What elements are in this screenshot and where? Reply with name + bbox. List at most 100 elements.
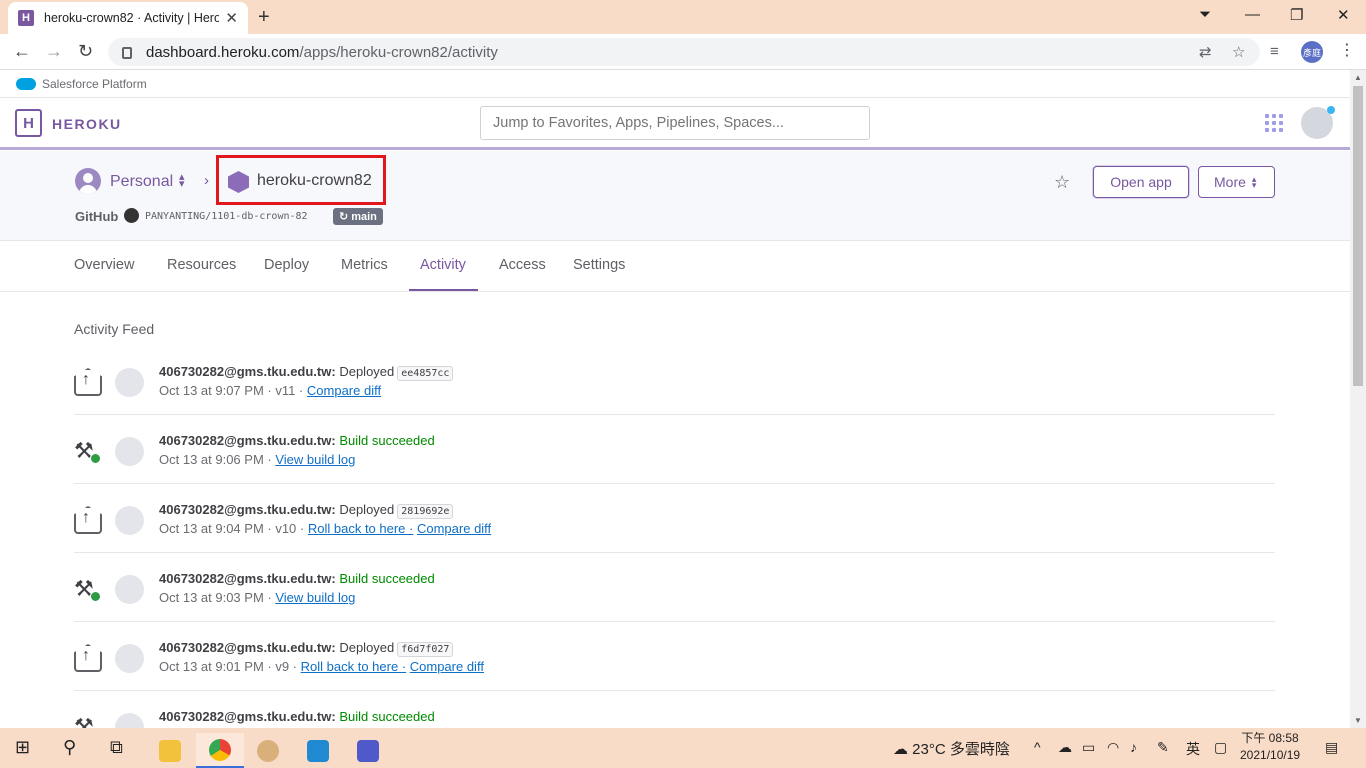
- tab-activity[interactable]: Activity: [420, 257, 466, 273]
- roll-back-link[interactable]: Roll back to here ·: [308, 521, 414, 536]
- chrome-icon[interactable]: [196, 733, 244, 768]
- back-button[interactable]: ←: [13, 41, 31, 62]
- activity-time: Oct 13 at 9:03 PM ·: [159, 590, 272, 605]
- clock-date: 2021/10/19: [1240, 748, 1301, 762]
- browser-tab[interactable]: H heroku-crown82 · Activity | Heroku ✕: [8, 2, 248, 34]
- windows-taskbar: ⊞ ⚲ ⧉ ☁ 23°C 多雲時陰 ^ ☁ ▭ ◠ ♪ ✎ 英 ▢ 下午 08:…: [0, 728, 1366, 768]
- activity-time: Oct 13 at 9:04 PM · v10 ·: [159, 521, 305, 536]
- forward-button[interactable]: →: [45, 41, 63, 62]
- compare-diff-link[interactable]: Compare diff: [307, 383, 381, 398]
- avatar: [115, 575, 144, 604]
- activity-email: 406730282@gms.tku.edu.tw:: [159, 502, 336, 517]
- activity-email: 406730282@gms.tku.edu.tw:: [159, 640, 336, 655]
- notification-center-icon[interactable]: ▤: [1325, 739, 1338, 756]
- minimize-window-button[interactable]: —: [1245, 6, 1260, 23]
- favorite-star-icon[interactable]: ☆: [1054, 172, 1070, 193]
- tab-settings[interactable]: Settings: [573, 257, 625, 273]
- tab-overview[interactable]: Overview: [74, 257, 134, 273]
- apps-grid-icon[interactable]: [1265, 114, 1283, 132]
- clock-time: 下午 08:58: [1241, 731, 1299, 745]
- view-build-log-link[interactable]: View build log: [275, 452, 355, 467]
- tab-resources[interactable]: Resources: [167, 257, 236, 273]
- battery-icon[interactable]: ▭: [1082, 739, 1095, 756]
- app-header: Personal ▴ ▾ › heroku-crown82 GitHub PANY…: [0, 151, 1350, 241]
- activity-email: 406730282@gms.tku.edu.tw:: [159, 709, 336, 724]
- tab-access[interactable]: Access: [499, 257, 546, 273]
- avatar: [115, 368, 144, 397]
- task-view-icon[interactable]: ⧉: [110, 737, 123, 758]
- open-app-button[interactable]: Open app: [1093, 166, 1189, 198]
- heroku-logo-icon[interactable]: H: [15, 109, 42, 137]
- app-name[interactable]: heroku-crown82: [257, 172, 372, 190]
- github-repo-link[interactable]: PANYANTING/1101-db-crown-82: [145, 211, 308, 222]
- input-method-indicator[interactable]: 英: [1186, 739, 1200, 759]
- heroku-logo-text[interactable]: HEROKU: [52, 116, 122, 132]
- chevron-right-icon: ›: [204, 172, 209, 189]
- show-hidden-icons-icon[interactable]: ^: [1034, 739, 1041, 755]
- github-icon: [124, 208, 139, 223]
- user-avatar[interactable]: [1301, 106, 1335, 139]
- deploy-icon: [74, 368, 102, 396]
- system-clock[interactable]: 下午 08:58 2021/10/19: [1240, 730, 1300, 764]
- activity-action: Deployed: [339, 640, 395, 655]
- scrollbar-thumb[interactable]: [1353, 86, 1363, 386]
- compare-diff-link[interactable]: Compare diff: [410, 659, 484, 674]
- avatar: [115, 644, 144, 673]
- translate-icon[interactable]: ⇄: [1199, 43, 1212, 61]
- view-build-log-link[interactable]: View build log: [275, 590, 355, 605]
- activity-action: Deployed: [339, 502, 395, 517]
- onedrive-icon[interactable]: ☁: [1058, 739, 1072, 756]
- activity-item: 406730282@gms.tku.edu.tw: Deployed281969…: [74, 484, 1275, 553]
- new-tab-button[interactable]: +: [258, 6, 270, 29]
- tab-search-icon[interactable]: ⏷: [1199, 6, 1211, 23]
- page-scrollbar[interactable]: ▲ ▼: [1350, 70, 1366, 728]
- scroll-up-icon[interactable]: ▲: [1354, 73, 1362, 82]
- scroll-down-icon[interactable]: ▼: [1354, 716, 1362, 725]
- roll-back-link[interactable]: Roll back to here ·: [301, 659, 407, 674]
- heroku-header: H HEROKU: [0, 98, 1350, 150]
- browser-menu-icon[interactable]: ⋮: [1339, 40, 1355, 60]
- lock-icon: [122, 47, 132, 59]
- build-hammer-icon: ⚒: [74, 437, 102, 465]
- close-window-button[interactable]: ✕: [1337, 6, 1350, 24]
- activity-email: 406730282@gms.tku.edu.tw:: [159, 433, 336, 448]
- vscode-icon[interactable]: [294, 733, 342, 768]
- browser-profile-avatar[interactable]: 彥庭: [1301, 41, 1323, 63]
- tab-metrics[interactable]: Metrics: [341, 257, 388, 273]
- teams-icon[interactable]: [344, 733, 392, 768]
- search-icon[interactable]: ⚲: [63, 737, 76, 758]
- ime-mode-icon[interactable]: ▢: [1214, 739, 1227, 756]
- maximize-window-button[interactable]: ❐: [1290, 6, 1303, 24]
- paint-icon[interactable]: [244, 733, 292, 768]
- windows-start-icon[interactable]: ⊞: [15, 737, 30, 758]
- search-input[interactable]: [480, 106, 870, 140]
- personal-account-switcher[interactable]: Personal: [110, 173, 173, 191]
- activity-item: 406730282@gms.tku.edu.tw: Deployedf6d7f0…: [74, 622, 1275, 691]
- close-tab-icon[interactable]: ✕: [225, 9, 238, 27]
- address-bar[interactable]: dashboard.heroku.com/apps/heroku-crown82…: [108, 38, 1260, 66]
- salesforce-cloud-icon: [16, 77, 36, 90]
- reading-list-icon[interactable]: ≡: [1270, 43, 1279, 60]
- updown-chevron-icon: ▴ ▾: [1251, 174, 1257, 190]
- avatar: [115, 506, 144, 535]
- activity-time: Oct 13 at 9:06 PM ·: [159, 452, 272, 467]
- deploy-icon: [74, 644, 102, 672]
- pen-icon[interactable]: ✎: [1157, 739, 1169, 756]
- file-explorer-icon[interactable]: [146, 733, 194, 768]
- weather-widget[interactable]: ☁ 23°C 多雲時陰: [893, 738, 1010, 759]
- bookmark-star-icon[interactable]: ☆: [1232, 43, 1245, 61]
- compare-diff-link[interactable]: Compare diff: [417, 521, 491, 536]
- reload-button[interactable]: ↻: [78, 41, 93, 62]
- tab-deploy[interactable]: Deploy: [264, 257, 309, 273]
- browser-tab-strip: H heroku-crown82 · Activity | Heroku ✕ +…: [0, 0, 1366, 34]
- activity-feed-title: Activity Feed: [74, 321, 155, 337]
- activity-email: 406730282@gms.tku.edu.tw:: [159, 571, 336, 586]
- updown-chevron-icon[interactable]: ▴ ▾: [179, 172, 185, 190]
- url-path: /apps/heroku-crown82/activity: [299, 43, 498, 61]
- wifi-icon[interactable]: ◠: [1107, 739, 1119, 756]
- activity-item: 406730282@gms.tku.edu.tw: Deployedee4857…: [74, 346, 1275, 415]
- volume-icon[interactable]: ♪: [1130, 739, 1137, 755]
- more-button[interactable]: More ▴ ▾: [1198, 166, 1275, 198]
- activity-item: ⚒ 406730282@gms.tku.edu.tw: Build succee…: [74, 415, 1275, 484]
- branch-label: main: [351, 210, 377, 223]
